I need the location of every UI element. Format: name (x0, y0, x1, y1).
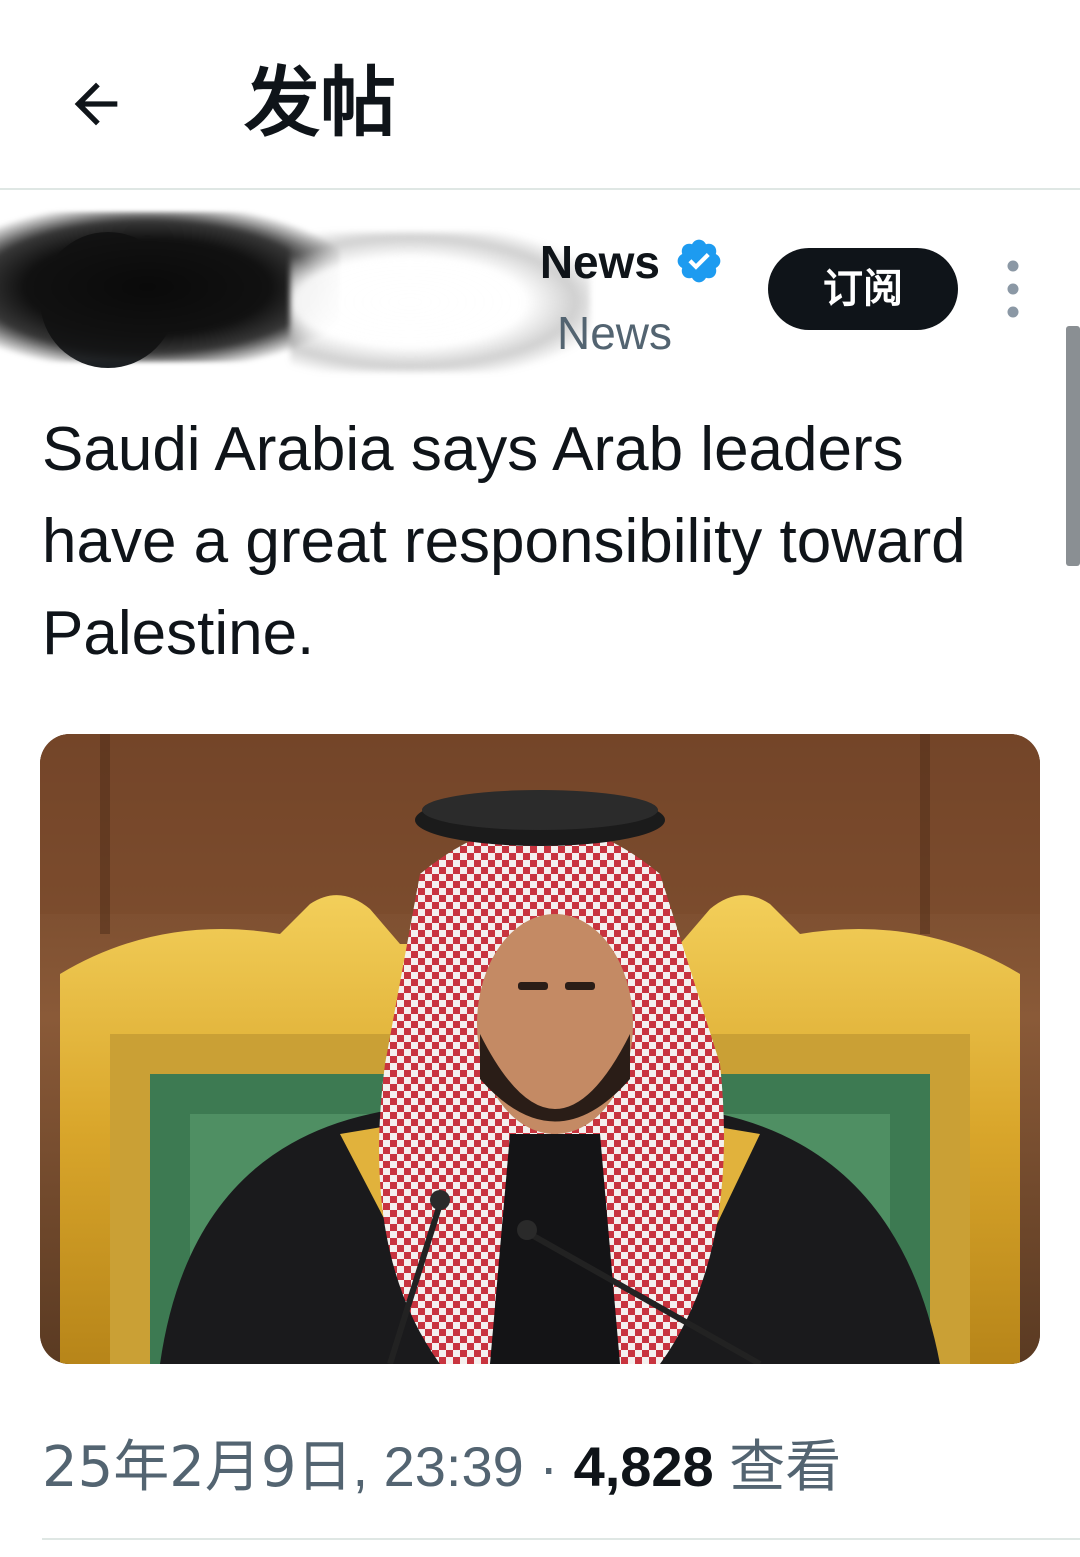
divider (42, 1538, 1080, 1540)
views-count[interactable]: 4,828 (574, 1435, 714, 1498)
author-handle[interactable]: News (380, 306, 672, 360)
views-label: 查看 (729, 1435, 842, 1500)
photo-illustration (40, 734, 1040, 1364)
post-date: 25年2月9日 (42, 1435, 353, 1500)
more-vertical-icon (1007, 260, 1019, 318)
post-time: 23:39 (383, 1435, 524, 1498)
post-meta: 25年2月9日, 23:39 · 4,828 查看 (42, 1432, 1042, 1502)
post-image[interactable] (40, 734, 1040, 1364)
author-display-name[interactable]: News (420, 234, 660, 290)
subscribe-button[interactable]: 订阅 (768, 248, 958, 330)
post-text: Saudi Arabia says Arab leaders have a gr… (42, 415, 966, 668)
more-options-button[interactable] (990, 254, 1036, 324)
verified-badge-icon (677, 239, 721, 283)
scrollbar-thumb[interactable] (1066, 326, 1080, 566)
post-detail-page: 发帖 News News 订阅 Saudi Arabia says Arab l… (0, 0, 1080, 1557)
top-app-bar: 发帖 (0, 0, 1080, 190)
arrow-left-icon (74, 82, 118, 126)
redaction-scribble (0, 212, 340, 362)
author-row: News News 订阅 (0, 192, 1080, 382)
page-title: 发帖 (244, 58, 396, 147)
date-time-comma: , (352, 1435, 369, 1498)
back-button[interactable] (48, 56, 144, 152)
meta-dot: · (539, 1435, 558, 1498)
